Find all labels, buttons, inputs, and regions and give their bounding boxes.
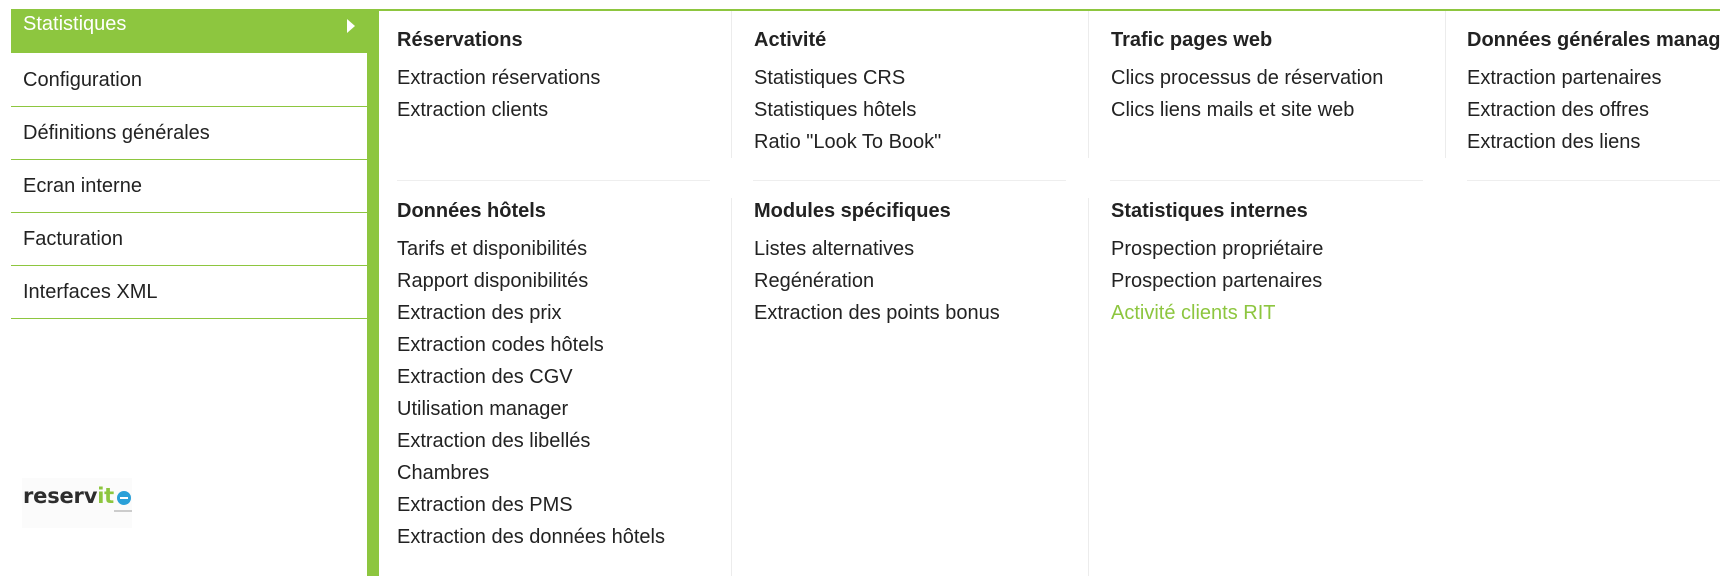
menu-block-title: Statistiques internes [1111, 200, 1308, 222]
chevron-right-icon [347, 19, 355, 33]
menu-link[interactable]: Tarifs et disponibilités [397, 237, 665, 269]
logo-text: reservit [23, 484, 115, 508]
menu-block-donnees-hotels: Données hôtels Tarifs et disponibilités … [397, 199, 665, 557]
menu-link[interactable]: Extraction des liens [1467, 130, 1720, 162]
sidebar-item-label: Configuration [23, 69, 142, 91]
menu-block-title: Réservations [397, 29, 523, 51]
column-divider [731, 198, 732, 576]
column-divider [1088, 11, 1089, 158]
menu-link[interactable]: Extraction partenaires [1467, 66, 1720, 98]
sidebar-item-label: Statistiques [23, 13, 127, 35]
logo-tagline [114, 510, 132, 512]
menu-link[interactable]: Extraction réservations [397, 66, 600, 98]
column-divider [1445, 11, 1446, 158]
menu-link[interactable]: Prospection propriétaire [1111, 237, 1323, 269]
menu-link[interactable]: Prospection partenaires [1111, 269, 1323, 301]
logo-mark-icon [117, 491, 131, 505]
sidebar-item-definitions-generales[interactable]: Définitions générales [11, 107, 367, 160]
row-divider [1110, 180, 1423, 181]
sidebar-item-ecran-interne[interactable]: Ecran interne [11, 160, 367, 213]
menu-link[interactable]: Extraction des prix [397, 301, 665, 333]
row-divider [753, 180, 1066, 181]
menu-block-trafic: Trafic pages web Clics processus de rése… [1111, 28, 1383, 130]
menu-link[interactable]: Extraction des points bonus [754, 301, 1000, 333]
sidebar-item-interfaces-xml[interactable]: Interfaces XML [11, 266, 367, 319]
menu-link[interactable]: Extraction codes hôtels [397, 333, 665, 365]
menu-link[interactable]: Statistiques CRS [754, 66, 941, 98]
menu-block-title: Données générales manager [1467, 29, 1720, 51]
menu-link[interactable]: Extraction clients [397, 98, 600, 130]
sidebar-item-label: Définitions générales [23, 122, 210, 144]
sidebar-item-facturation[interactable]: Facturation [11, 213, 367, 266]
menu-block-title: Activité [754, 29, 827, 51]
sidebar-item-statistiques[interactable]: Statistiques [11, 9, 367, 53]
menu-link-active[interactable]: Activité clients RIT [1111, 301, 1323, 333]
menu-link[interactable]: Extraction des données hôtels [397, 525, 665, 557]
row-divider [1467, 180, 1720, 181]
menu-link[interactable]: Utilisation manager [397, 397, 665, 429]
menu-link[interactable]: Extraction des libellés [397, 429, 665, 461]
page: Statistiques Configuration Définitions g… [0, 0, 1720, 576]
column-divider [1088, 198, 1089, 576]
menu-link[interactable]: Regénération [754, 269, 1000, 301]
menu-link[interactable]: Rapport disponibilités [397, 269, 665, 301]
menu-block-title: Trafic pages web [1111, 29, 1273, 51]
menu-link[interactable]: Clics processus de réservation [1111, 66, 1383, 98]
menu-link[interactable]: Statistiques hôtels [754, 98, 941, 130]
sidebar-item-label: Ecran interne [23, 175, 142, 197]
menu-accent-bar [367, 9, 379, 576]
menu-block-activite: Activité Statistiques CRS Statistiques h… [754, 28, 941, 162]
menu-link[interactable]: Chambres [397, 461, 665, 493]
row-divider [397, 180, 710, 181]
menu-block-reservations: Réservations Extraction réservations Ext… [397, 28, 600, 130]
sidebar-item-label: Interfaces XML [23, 281, 158, 303]
menu-block-title: Données hôtels [397, 200, 546, 222]
sidebar-item-label: Facturation [23, 228, 124, 250]
menu-link[interactable]: Clics liens mails et site web [1111, 98, 1383, 130]
menu-block-stats-internes: Statistiques internes Prospection propri… [1111, 199, 1323, 333]
menu-link[interactable]: Ratio "Look To Book" [754, 130, 941, 162]
menu-link[interactable]: Extraction des PMS [397, 493, 665, 525]
reservit-logo: reservit [22, 478, 132, 528]
menu-block-title: Modules spécifiques [754, 200, 951, 222]
menu-top-rule [367, 9, 1720, 11]
menu-block-modules: Modules spécifiques Listes alternatives … [754, 199, 1000, 333]
menu-block-donnees-manager: Données générales manager Extraction par… [1467, 28, 1720, 162]
column-divider [731, 11, 732, 158]
menu-link[interactable]: Extraction des CGV [397, 365, 665, 397]
sidebar-item-configuration[interactable]: Configuration [11, 54, 367, 107]
menu-link[interactable]: Listes alternatives [754, 237, 1000, 269]
menu-link[interactable]: Extraction des offres [1467, 98, 1720, 130]
